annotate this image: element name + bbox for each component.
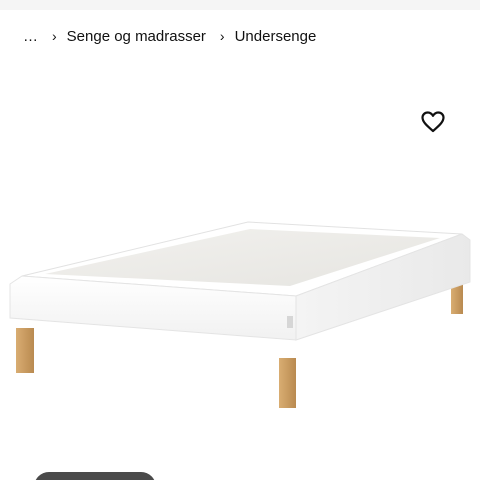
breadcrumb-more[interactable]: … — [23, 28, 38, 45]
breadcrumb: … › Senge og madrasser › Undersenge — [23, 26, 316, 46]
bed-base-label-tag — [287, 316, 293, 328]
breadcrumb-item-senge-og-madrasser[interactable]: Senge og madrasser — [67, 28, 206, 45]
favorite-button[interactable] — [419, 108, 447, 136]
breadcrumb-separator: › — [52, 28, 57, 44]
bed-leg-front-right — [279, 358, 296, 408]
bottom-floating-pill[interactable] — [34, 472, 156, 480]
top-bar-edge — [0, 0, 480, 10]
breadcrumb-item-undersenge[interactable]: Undersenge — [235, 28, 317, 45]
breadcrumb-separator: › — [219, 28, 225, 44]
product-image[interactable] — [0, 150, 480, 430]
bed-leg-front-left — [16, 328, 34, 373]
heart-outline-icon — [421, 111, 445, 133]
product-page: … › Senge og madrasser › Undersenge — [0, 0, 480, 480]
